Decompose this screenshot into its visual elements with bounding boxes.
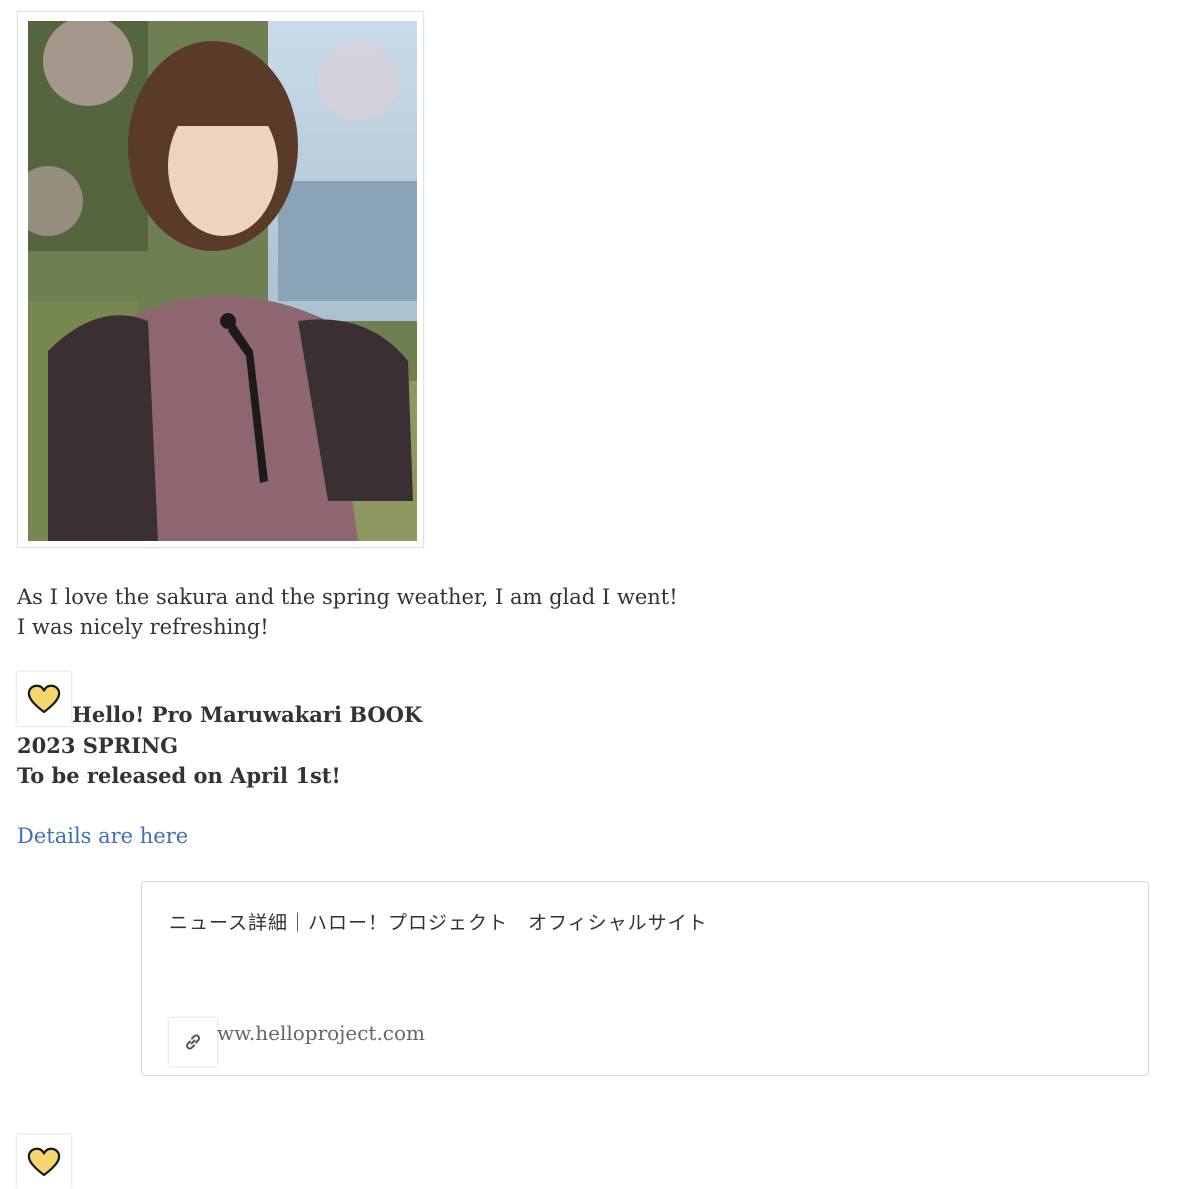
link-icon [169, 1018, 217, 1066]
announcement-line-1: Hello! Pro Maruwakari BOOK [72, 702, 423, 727]
post-text-line-1: As I love the sakura and the spring weat… [17, 585, 678, 609]
link-card-title: ニュース詳細｜ハロー！プロジェクト オフィシャルサイト [169, 912, 708, 934]
announcement-line-2: 2023 SPRING [17, 733, 179, 758]
photo-frame [17, 11, 424, 548]
link-card-domain: ww.helloproject.com [217, 1021, 426, 1045]
announcement-line-3: To be released on April 1st! [17, 763, 341, 788]
yellow-heart-icon-2 [17, 1135, 71, 1189]
link-preview-card[interactable]: ニュース詳細｜ハロー！プロジェクト オフィシャルサイト ww.helloproj… [141, 881, 1149, 1076]
yellow-heart-icon [17, 672, 71, 726]
details-link[interactable]: Details are here [17, 821, 188, 851]
portrait-photo [28, 21, 417, 541]
post-text-line-2: I was nicely refreshing! [17, 615, 269, 639]
